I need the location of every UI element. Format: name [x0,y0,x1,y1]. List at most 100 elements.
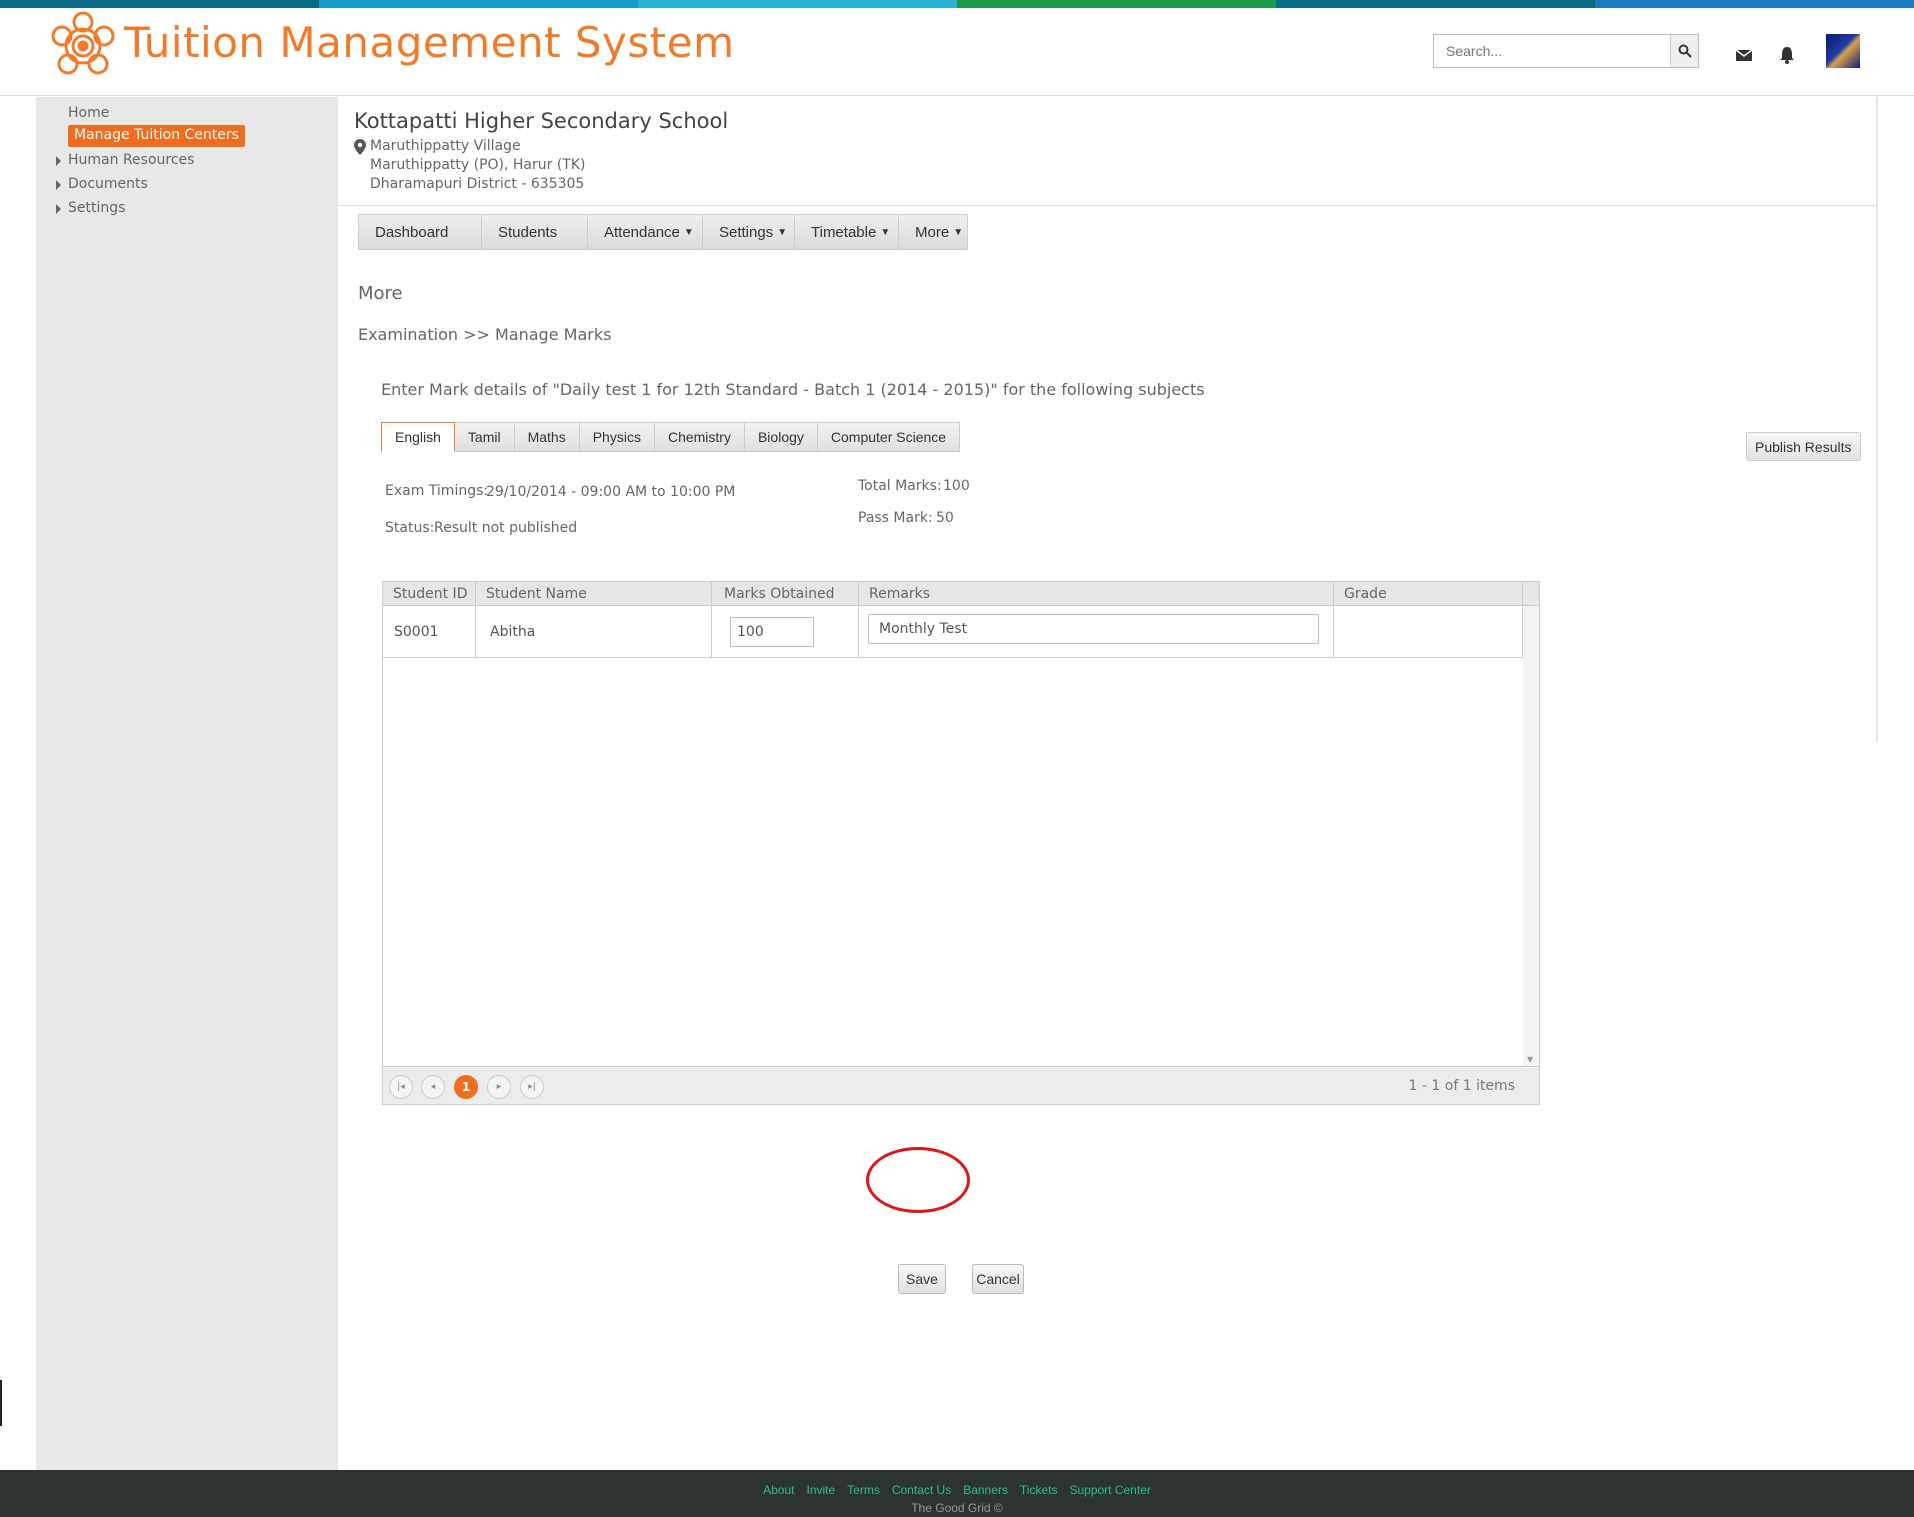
nav-more[interactable]: More ▼ [899,215,967,249]
footer-link-about[interactable]: About [763,1483,794,1497]
main-content: Kottapatti Higher Secondary School Marut… [338,97,1894,1470]
save-button[interactable]: Save [898,1264,946,1294]
pass-mark-label: Pass Mark: [858,510,933,526]
status-value: Result not published [434,520,578,536]
tab-biology[interactable]: Biology [744,422,818,452]
prev-page-icon[interactable]: ◂ [421,1075,445,1099]
tab-computer-science[interactable]: Computer Science [817,422,961,452]
address-line: Maruthippatty Village [370,138,521,154]
search-box [1433,34,1699,68]
pager-info: 1 - 1 of 1 items [1408,1078,1515,1094]
app-title: Tuition Management System [124,18,735,67]
tab-chemistry[interactable]: Chemistry [654,422,745,452]
dropdown-arrow-icon: ▼ [953,226,964,238]
marks-grid: Student ID Student Name Marks Obtained R… [382,581,1540,1105]
left-edge-mark [0,1380,2,1426]
bell-icon[interactable] [1778,46,1796,64]
last-page-icon[interactable]: ▸| [520,1075,544,1099]
caret-right-icon [56,180,61,190]
pass-mark-value: 50 [936,510,954,526]
cancel-button[interactable]: Cancel [972,1264,1024,1294]
app-header: Tuition Management System [0,8,1914,96]
footer-link-contact-us[interactable]: Contact Us [892,1483,951,1497]
student-id-cell: S0001 [383,606,476,658]
column-header[interactable]: Remarks [859,582,1334,606]
instruction-text: Enter Mark details of "Daily test 1 for … [381,380,1205,399]
sidebar-item-settings[interactable]: Settings [68,200,125,216]
remarks-cell [859,606,1334,658]
sidebar-item-manage-tuition-centers[interactable]: Manage Tuition Centers [68,125,245,147]
nav-label: Students [498,223,558,241]
divider [338,205,1878,206]
caret-right-icon [56,156,61,166]
remarks-input[interactable] [868,614,1319,644]
grid-header: Student ID Student Name Marks Obtained R… [383,582,1539,606]
dropdown-arrow-icon: ▼ [777,226,788,238]
nav-attendance[interactable]: Attendance ▼ [588,215,703,249]
tab-physics[interactable]: Physics [579,422,655,452]
tab-english[interactable]: English [381,422,455,452]
nav-students[interactable]: Students [482,215,588,249]
footer-links: About Invite Terms Contact Us Banners Ti… [0,1483,1914,1497]
column-header[interactable]: Marks Obtained [712,582,859,606]
student-name-cell: Abitha [476,606,712,658]
footer-copyright: The Good Grid © [911,1501,1003,1515]
nav-dashboard[interactable]: Dashboard [359,215,482,249]
breadcrumb: Examination >> Manage Marks [358,325,612,344]
sidebar: Home Manage Tuition Centers Human Resour… [36,97,338,1470]
sidebar-item-human-resources[interactable]: Human Resources [68,152,194,168]
address-line: Dharamapuri District - 635305 [370,176,585,192]
footer: About Invite Terms Contact Us Banners Ti… [0,1470,1914,1517]
search-button[interactable] [1670,35,1698,67]
exam-timings-label: Exam Timings: [385,483,489,499]
dropdown-arrow-icon: ▼ [880,226,891,238]
main-nav: Dashboard Students Attendance ▼ Settings ▼… [358,214,968,250]
section-title: More [358,283,403,304]
avatar[interactable] [1826,34,1860,68]
subject-tabs: English Tamil Maths Physics Chemistry Bi… [381,422,961,452]
column-header[interactable]: Student Name [476,582,712,606]
nav-timetable[interactable]: Timetable ▼ [795,215,899,249]
footer-link-tickets[interactable]: Tickets [1020,1483,1058,1497]
sidebar-item-home[interactable]: Home [68,105,109,121]
caret-right-icon [56,204,61,214]
address-line: Maruthippatty (PO), Harur (TK) [370,157,586,173]
column-header[interactable]: Grade [1334,582,1523,606]
search-input[interactable] [1434,35,1672,67]
nav-label: Settings [719,223,774,241]
dropdown-arrow-icon: ▼ [683,226,694,238]
tab-tamil[interactable]: Tamil [454,422,515,452]
column-header[interactable]: Student ID [383,582,476,606]
logo-icon [51,11,115,75]
grade-cell [1334,606,1523,658]
total-marks-label: Total Marks: [858,478,942,494]
exam-timings-value: 29/10/2014 - 09:00 AM to 10:00 PM [486,484,736,500]
nav-label: More [915,223,950,241]
first-page-icon[interactable]: |◂ [389,1075,413,1099]
footer-link-terms[interactable]: Terms [847,1483,880,1497]
footer-link-banners[interactable]: Banners [963,1483,1008,1497]
nav-label: Timetable [811,223,877,241]
search-icon [1678,44,1692,58]
top-color-stripe [0,0,1914,8]
highlight-circle-annotation [866,1147,970,1213]
grid-scrollbar[interactable]: ▼ [1523,606,1539,1066]
scroll-down-icon[interactable]: ▼ [1527,1055,1533,1064]
status-label: Status: [385,520,435,536]
nav-label: Attendance [604,223,680,241]
publish-results-button[interactable]: Publish Results [1746,432,1861,461]
grid-pager: |◂ ◂ 1 ▸ ▸| 1 - 1 of 1 items [383,1066,1539,1104]
page-number-current[interactable]: 1 [454,1075,478,1099]
tab-maths[interactable]: Maths [514,422,580,452]
footer-link-support-center[interactable]: Support Center [1069,1483,1150,1497]
marks-cell [712,606,859,658]
footer-link-invite[interactable]: Invite [806,1483,835,1497]
next-page-icon[interactable]: ▸ [487,1075,511,1099]
total-marks-value: 100 [943,478,970,494]
mail-icon[interactable] [1735,46,1753,64]
map-pin-icon [354,139,366,155]
marks-input[interactable] [730,617,814,647]
nav-label: Dashboard [375,223,449,241]
sidebar-item-documents[interactable]: Documents [68,176,148,192]
nav-settings[interactable]: Settings ▼ [703,215,795,249]
